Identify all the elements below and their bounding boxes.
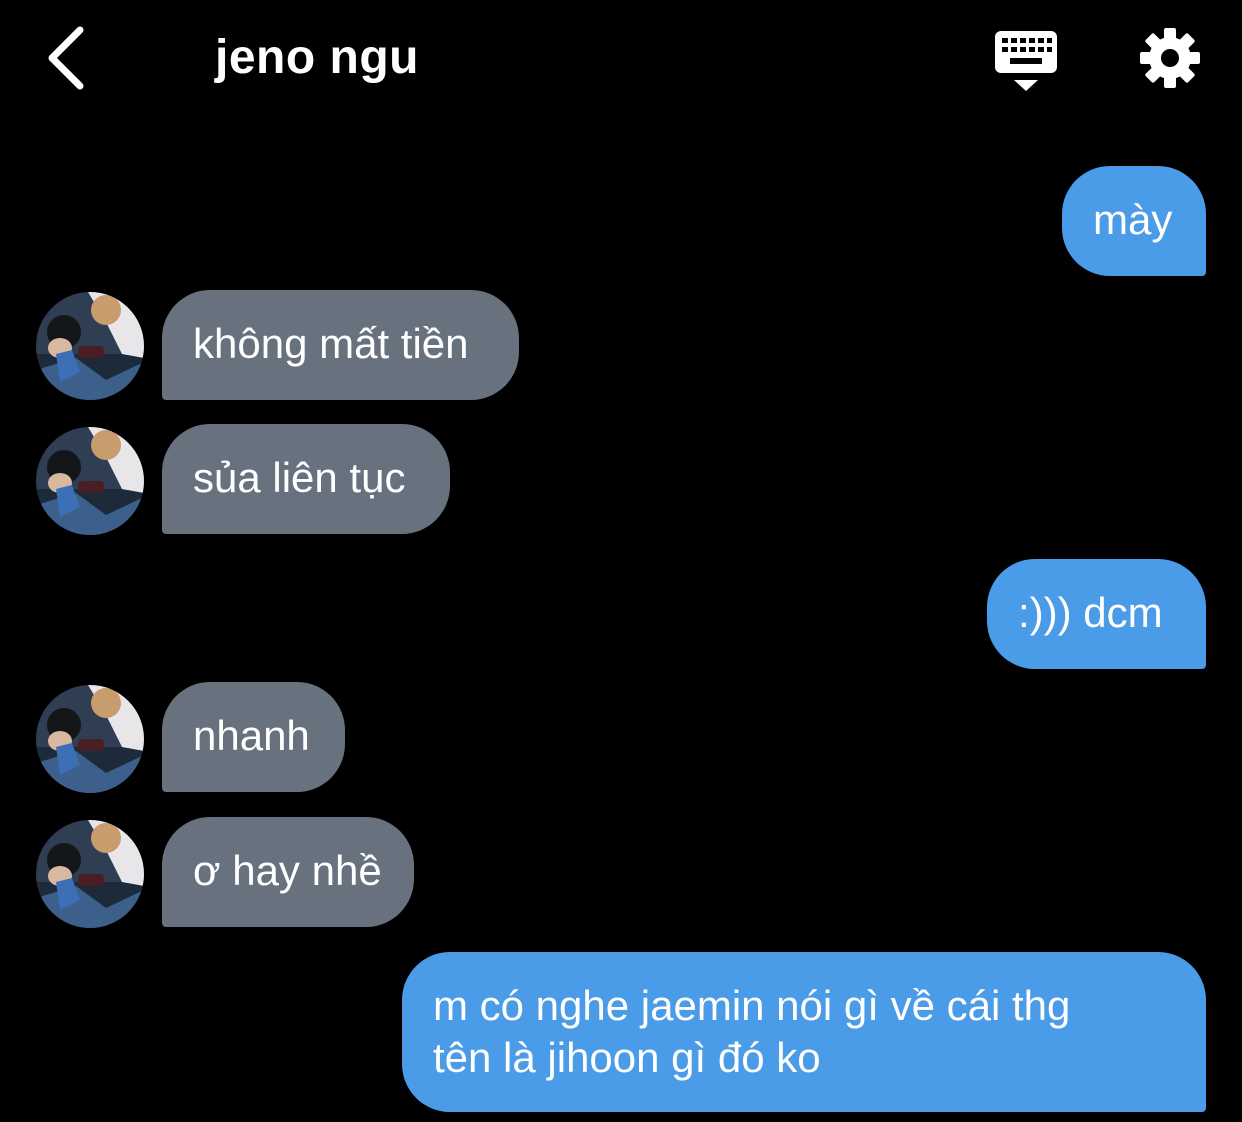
contact-avatar[interactable] — [36, 685, 144, 793]
received-message-bubble[interactable]: ơ hay nhề — [162, 817, 414, 927]
contact-avatar[interactable] — [36, 427, 144, 535]
message-thread: mày không mất tiền sủa liên tục:))) dcm… — [0, 0, 1242, 1122]
sent-message-bubble[interactable]: mày — [1062, 166, 1206, 276]
avatar-photo — [36, 427, 144, 535]
sent-message-bubble[interactable]: :))) dcm — [987, 559, 1206, 669]
message-text: nhanh — [193, 712, 310, 759]
message-text: m có nghe jaemin nói gì về cái thg tên l… — [433, 982, 1071, 1081]
received-message-bubble[interactable]: sủa liên tục — [162, 424, 450, 534]
message-text: mày — [1093, 196, 1173, 243]
message-text: sủa liên tục — [193, 454, 406, 501]
message-text: không mất tiền — [193, 320, 469, 367]
sent-message-bubble[interactable]: m có nghe jaemin nói gì về cái thg tên l… — [402, 952, 1206, 1112]
avatar-photo — [36, 292, 144, 400]
received-message-bubble[interactable]: không mất tiền — [162, 290, 519, 400]
contact-avatar[interactable] — [36, 820, 144, 928]
message-text: :))) dcm — [1018, 589, 1163, 636]
avatar-photo — [36, 685, 144, 793]
avatar-photo — [36, 820, 144, 928]
received-message-bubble[interactable]: nhanh — [162, 682, 345, 792]
contact-avatar[interactable] — [36, 292, 144, 400]
message-text: ơ hay nhề — [193, 847, 382, 894]
